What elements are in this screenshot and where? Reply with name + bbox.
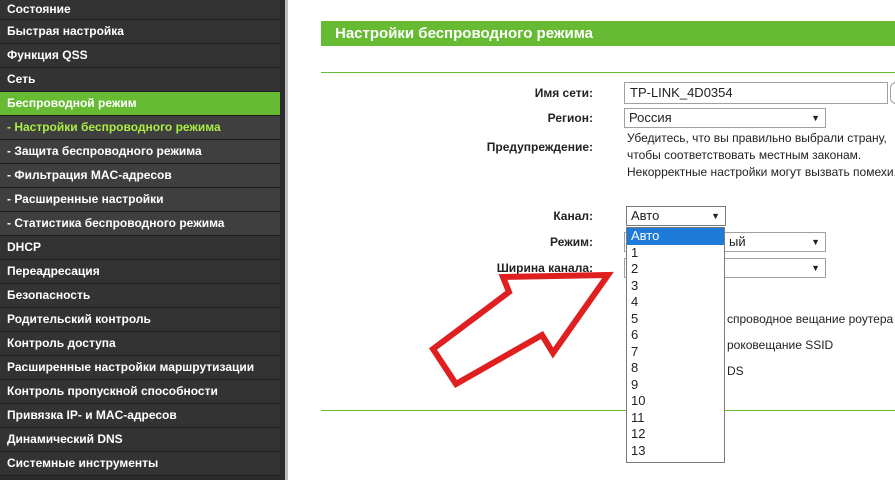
warning-line: чтобы соответствовать местным законам. — [627, 148, 862, 162]
chevron-down-icon: ▼ — [811, 263, 820, 273]
chevron-down-icon: ▼ — [711, 211, 720, 221]
warning-text: Убедитесь, что вы правильно выбрали стра… — [627, 130, 895, 181]
sidebar-item-system-tools[interactable]: Системные инструменты — [0, 452, 280, 476]
channel-option[interactable]: 10 — [627, 393, 724, 410]
channel-label: Канал: — [553, 209, 593, 223]
channel-select-value: Авто — [631, 208, 660, 223]
warning-line: Некорректные настройки могут вызвать пом… — [627, 165, 895, 179]
warning-line: Убедитесь, что вы правильно выбрали стра… — [627, 131, 887, 145]
sidebar-item-forwarding[interactable]: Переадресация — [0, 260, 280, 284]
sidebar-item-quick-setup[interactable]: Быстрая настройка — [0, 20, 280, 44]
sidebar-item-access-control[interactable]: Контроль доступа — [0, 332, 280, 356]
section-divider-bottom — [321, 410, 895, 411]
sidebar-item-network[interactable]: Сеть — [0, 68, 280, 92]
channel-option[interactable]: 1 — [627, 245, 724, 262]
chevron-down-icon: ▼ — [811, 237, 820, 247]
channel-option[interactable]: 13 — [627, 443, 724, 460]
page-title: Настройки беспроводного режима — [321, 21, 895, 46]
sidebar-item-bandwidth-control[interactable]: Контроль пропускной способности — [0, 380, 280, 404]
sidebar-subitem-advanced[interactable]: - Расширенные настройки — [0, 188, 280, 212]
sidebar-item-ip-mac-binding[interactable]: Привязка IP- и MAC-адресов — [0, 404, 280, 428]
next-field-edge — [890, 82, 895, 104]
warning-label: Предупреждение: — [486, 140, 593, 154]
channel-option[interactable]: 7 — [627, 344, 724, 361]
channel-option[interactable]: 12 — [627, 426, 724, 443]
mode-label: Режим: — [550, 235, 593, 249]
ssid-input[interactable]: TP-LINK_4D0354 — [624, 82, 888, 104]
channel-option[interactable]: 2 — [627, 261, 724, 278]
ssid-label: Имя сети: — [534, 86, 593, 100]
channel-option[interactable]: 4 — [627, 294, 724, 311]
channel-dropdown-list[interactable]: Авто 1 2 3 4 5 6 7 8 9 10 11 12 13 — [626, 227, 725, 463]
channel-option[interactable]: Авто — [627, 228, 724, 245]
sidebar-divider — [285, 0, 288, 480]
sidebar-item-qss[interactable]: Функция QSS — [0, 44, 280, 68]
chevron-down-icon: ▼ — [811, 113, 820, 123]
sidebar-item-status[interactable]: Состояние — [0, 0, 280, 20]
sidebar-item-wireless[interactable]: Беспроводной режим — [0, 92, 280, 116]
sidebar-subitem-wireless-settings[interactable]: - Настройки беспроводного режима — [0, 116, 280, 140]
channel-select[interactable]: Авто ▼ — [626, 206, 726, 226]
region-label: Регион: — [547, 111, 593, 125]
region-select[interactable]: Россия ▼ — [624, 108, 826, 128]
sidebar-item-dynamic-dns[interactable]: Динамический DNS — [0, 428, 280, 452]
channel-option[interactable]: 8 — [627, 360, 724, 377]
sidebar-item-advanced-routing[interactable]: Расширенные настройки маршрутизации — [0, 356, 280, 380]
sidebar-subitem-wireless-security[interactable]: - Защита беспроводного режима — [0, 140, 280, 164]
sidebar-item-security[interactable]: Безопасность — [0, 284, 280, 308]
channel-option[interactable]: 11 — [627, 410, 724, 427]
red-arrow-annotation — [428, 271, 614, 389]
region-select-value: Россия — [629, 110, 672, 125]
section-divider-top — [321, 72, 895, 73]
broadcast-option-label: спроводное вещание роутера — [727, 312, 894, 326]
sidebar-subitem-wireless-stats[interactable]: - Статистика беспроводного режима — [0, 212, 280, 236]
sidebar-item-dhcp[interactable]: DHCP — [0, 236, 280, 260]
channel-option[interactable]: 9 — [627, 377, 724, 394]
channel-option[interactable]: 6 — [627, 327, 724, 344]
sidebar-menu: Состояние Быстрая настройка Функция QSS … — [0, 0, 285, 480]
channel-option[interactable]: 3 — [627, 278, 724, 295]
channel-option[interactable]: 5 — [627, 311, 724, 328]
sidebar-subitem-mac-filtering[interactable]: - Фильтрация MAC-адресов — [0, 164, 280, 188]
mode-select-value: ый — [729, 234, 746, 249]
ssid-broadcast-option-label: роковещание SSID — [727, 338, 834, 352]
wds-option-label: DS — [727, 364, 744, 378]
arrow-shape — [428, 271, 614, 389]
sidebar-item-parental-control[interactable]: Родительский контроль — [0, 308, 280, 332]
